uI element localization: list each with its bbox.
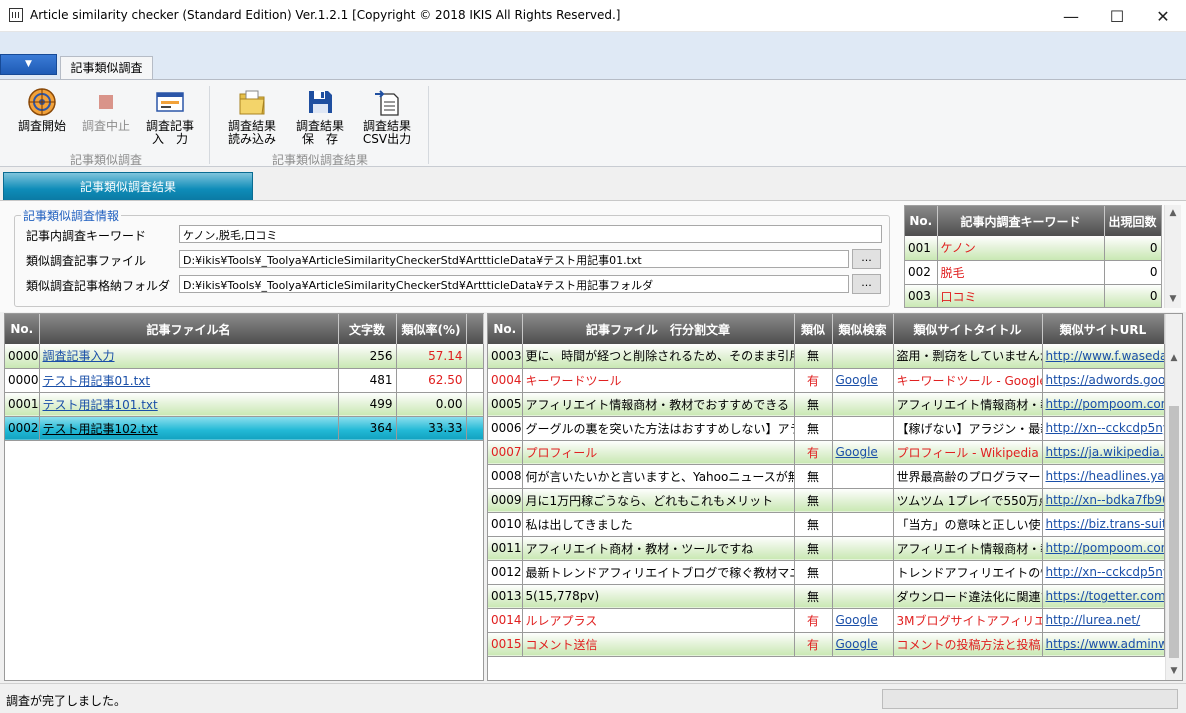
table-row[interactable]: 0004キーワードツール有Googleキーワードツール - Google AdW… [488,368,1165,393]
file-path-field[interactable]: D:¥ikis¥Tools¥_Toolya¥ArticleSimilarityC… [179,250,849,268]
status-bar: 調査が完了しました。 [0,683,1186,713]
column-header-spacer [466,314,484,344]
table-row[interactable]: 0012最新トレンドアフィリエイトブログで稼ぐ教材マニュアルver無トレンドアフ… [488,560,1165,585]
load-results-button[interactable]: 調査結果 読み込み [226,86,278,146]
scroll-down-arrow-icon[interactable]: ▼ [1166,663,1182,680]
browse-folder-button[interactable]: ... [852,274,881,294]
column-header[interactable]: 文字数 [338,314,397,344]
column-header[interactable]: 類似率(%) [396,314,467,344]
scroll-up-arrow-icon[interactable]: ▲ [1166,350,1182,367]
table-row[interactable]: 0005アフィリエイト情報商材・教材でおすすめできる『ランクA教無アフィリエイト… [488,392,1165,417]
input-article-button[interactable]: 調査記事 入 力 [144,86,196,146]
save-disk-icon [304,86,336,118]
scroll-down-arrow-icon[interactable]: ▼ [1165,291,1181,308]
folder-icon [236,86,268,118]
stop-icon [90,86,122,118]
app-icon [9,8,23,22]
ribbon-panel: 調査開始 調査中止 調査記事 入 力 調査結果 読み込み 調査結果 保 存 調査… [0,79,1186,167]
column-header[interactable]: No. [905,206,938,236]
radar-icon [26,86,58,118]
files-grid: No. 記事ファイル名 文字数 類似率(%) 0000 調査記事入力 256 57.1… [4,313,484,681]
column-header[interactable]: 記事ファイル 行分割文章 [522,314,795,344]
ribbon-tab-bar [0,32,1186,80]
keyword-label: 記事内調査キーワード [26,229,147,243]
start-survey-button[interactable]: 調査開始 [16,86,68,133]
column-header[interactable]: No. [5,314,40,344]
sentences-body: 0003更に、時間が経つと削除されるため、そのまま引用してど無盗用・剽窃をしてい… [488,344,1165,657]
sentences-grid: No. 記事ファイル 行分割文章 類似 類似検索 類似サイトタイトル 類似サイト… [487,313,1183,681]
tab-survey-results[interactable]: 記事類似調査結果 [3,172,253,201]
maximize-button[interactable]: ☐ [1094,0,1140,32]
group-label-results: 記事類似調査結果 [272,153,369,167]
table-row[interactable]: 0010私は出してきました無「当方」の意味と正しい使い方https://biz.… [488,512,1165,537]
survey-info-legend: 記事類似調査情報 [23,209,120,223]
column-header[interactable]: 記事ファイル名 [39,314,339,344]
table-row[interactable]: 0000 調査記事入力 256 57.14 [5,344,484,369]
table-row[interactable]: 001 ケノン 0 [905,236,1161,261]
folder-label: 類似調査記事格納フォルダ [26,279,171,293]
column-header[interactable]: 類似 [794,314,833,344]
stop-survey-button[interactable]: 調査中止 [80,86,132,133]
window-title: Article similarity checker (Standard Edi… [30,8,621,22]
progress-bar [882,689,1178,709]
keyword-grid: No. 記事内調査キーワード 出現回数 001 ケノン 0 002 脱毛 0 003 口コ… [904,205,1162,308]
table-row[interactable]: 0014ルレアプラス有Google3Mブログサイトアフィリエイト「Lhttp:/… [488,608,1165,633]
column-header[interactable]: 出現回数 [1104,206,1161,236]
column-header[interactable]: 類似サイトURL [1042,314,1165,344]
title-bar: Article similarity checker (Standard Edi… [0,0,1186,32]
minimize-button[interactable]: — [1048,0,1094,32]
table-row[interactable]: 002 脱毛 0 [905,260,1161,285]
export-document-icon [371,86,403,118]
table-row[interactable]: 00135(15,778pv)無ダウンロード違法化に関連するhttps://to… [488,584,1165,609]
column-header[interactable]: 類似サイトタイトル [893,314,1043,344]
column-header[interactable]: 類似検索 [832,314,894,344]
table-row[interactable]: 0008何が言いたいかと言いますと、Yahooニュースが無ければ無世界最高齢のプ… [488,464,1165,489]
folder-path-field[interactable]: D:¥ikis¥Tools¥_Toolya¥ArticleSimilarityC… [179,275,849,293]
table-row[interactable]: 0006グーグルの裏を突いた方法はおすすめしない】アラジン・最無【稼げない】アラ… [488,416,1165,441]
table-row[interactable]: 0003更に、時間が経つと削除されるため、そのまま引用してど無盗用・剽窃をしてい… [488,344,1165,369]
save-results-button[interactable]: 調査結果 保 存 [294,86,346,146]
ribbon-separator [428,86,429,164]
group-label-survey: 記事類似調査 [70,153,143,167]
table-row[interactable]: 0000 テスト用記事01.txt 481 62.50 [5,368,484,393]
app-menu-button[interactable]: ▼ [0,54,57,75]
scroll-up-arrow-icon[interactable]: ▲ [1165,205,1181,222]
close-button[interactable]: ✕ [1140,0,1186,32]
table-row[interactable]: 0015コメント送信有Googleコメントの投稿方法と投稿されhttps://w… [488,632,1165,657]
keyword-scrollbar[interactable]: ▲ ▼ [1164,205,1181,308]
column-header[interactable]: 記事内調査キーワード [937,206,1105,236]
table-row[interactable]: 0007 プロフィール有 Google プロフィール - Wikipedia https… [488,440,1165,465]
form-input-icon [154,86,186,118]
table-row[interactable]: 0011アフィリエイト商材・教材・ツールですね無アフィリエイト情報商材・教材のh… [488,536,1165,561]
table-row[interactable]: 0001 テスト用記事101.txt 499 0.00 [5,392,484,417]
file-label: 類似調査記事ファイル [26,254,147,268]
status-text: 調査が完了しました。 [6,694,127,708]
table-row[interactable]: 003 口コミ 0 [905,284,1161,307]
scroll-thumb[interactable] [1169,406,1179,658]
table-row-selected[interactable]: 0002 テスト用記事102.txt 364 33.33 [5,416,484,441]
browse-file-button[interactable]: ... [852,249,881,269]
table-row[interactable]: 0009 月に1万円稼ごうなら、どれもこれもメリット無ツムツム 1プレイで550万… [488,488,1165,513]
column-header[interactable]: No. [488,314,523,344]
ribbon-separator [209,86,210,164]
csv-export-button[interactable]: 調査結果 CSV出力 [360,86,414,146]
keyword-field[interactable]: ケノン,脱毛,口コミ [179,225,882,243]
sentences-scrollbar[interactable]: ▲ ▼ [1165,314,1182,680]
tab-article-survey[interactable]: 記事類似調査 [60,56,153,80]
